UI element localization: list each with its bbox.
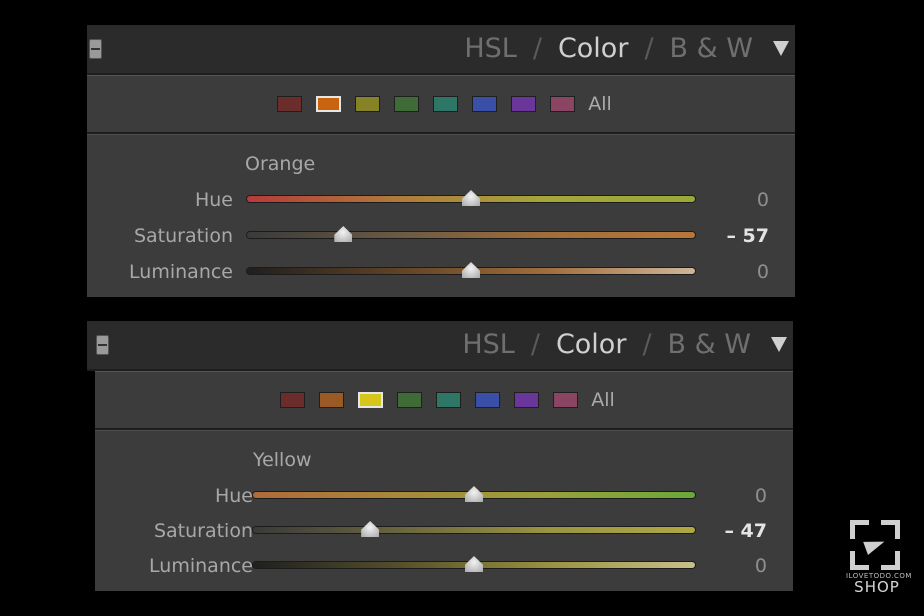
- paper-plane-frame-icon: [850, 520, 900, 570]
- tab-hsl[interactable]: HSL: [464, 31, 516, 67]
- hue-slider-thumb[interactable]: [465, 486, 483, 502]
- color-swatch-bar: All: [87, 75, 795, 134]
- tab-separator: /: [532, 33, 542, 64]
- luminance-slider-thumb[interactable]: [462, 262, 480, 278]
- slider-section: Orange Hue 0 Saturation – 57 Luminance 0: [87, 134, 795, 297]
- luminance-slider-row: Luminance 0: [87, 253, 795, 289]
- tab-bw[interactable]: B & W: [670, 31, 753, 67]
- slider-label: Hue: [194, 189, 233, 211]
- panel-header: HSL / Color / B & W: [87, 25, 795, 75]
- selected-color-name: Orange: [245, 153, 316, 175]
- all-colors-button[interactable]: All: [588, 93, 612, 115]
- swatch-aqua[interactable]: [436, 392, 462, 408]
- saturation-value[interactable]: – 47: [724, 520, 767, 542]
- swatch-green[interactable]: [394, 96, 420, 112]
- swatch-aqua[interactable]: [433, 96, 459, 112]
- swatch-magenta[interactable]: [553, 392, 579, 408]
- hue-slider-thumb[interactable]: [462, 190, 480, 206]
- swatch-blue[interactable]: [472, 96, 498, 112]
- tab-separator: /: [642, 329, 652, 360]
- luminance-value[interactable]: 0: [757, 261, 769, 283]
- tab-bw[interactable]: B & W: [668, 327, 751, 363]
- saturation-slider-row: Saturation – 57: [87, 217, 795, 253]
- frame-corner: [850, 520, 869, 539]
- swatch-yellow[interactable]: [358, 392, 384, 408]
- swatch-orange[interactable]: [316, 96, 342, 112]
- all-colors-button[interactable]: All: [591, 389, 615, 411]
- saturation-slider-track[interactable]: [247, 232, 695, 238]
- slider-label: Luminance: [149, 555, 253, 577]
- hue-value[interactable]: 0: [757, 189, 769, 211]
- tab-separator: /: [644, 33, 654, 64]
- saturation-slider-track[interactable]: [253, 527, 695, 533]
- swatch-purple[interactable]: [511, 96, 537, 112]
- slider-label: Saturation: [133, 225, 233, 247]
- swatch-red[interactable]: [277, 96, 303, 112]
- frame-corner: [881, 551, 900, 570]
- hue-slider-row: Hue 0: [87, 181, 795, 217]
- selected-color-name: Yellow: [253, 449, 312, 471]
- frame-corner: [850, 551, 869, 570]
- saturation-slider-thumb[interactable]: [361, 521, 380, 537]
- luminance-slider-row: Luminance 0: [95, 547, 793, 583]
- panel-switch-icon[interactable]: [96, 335, 109, 355]
- luminance-slider-thumb[interactable]: [465, 556, 483, 572]
- shop-watermark-logo: ILOVETODO.COM SHOP: [846, 520, 911, 596]
- tab-separator: /: [530, 329, 540, 360]
- swatch-magenta[interactable]: [550, 96, 576, 112]
- hsl-panel-orange: HSL / Color / B & W All Orange Hue 0 Sat…: [87, 25, 795, 297]
- saturation-slider-row: Saturation – 47: [95, 512, 793, 548]
- swatch-purple[interactable]: [514, 392, 540, 408]
- panel-mode-tabs: HSL / Color / B & W: [464, 31, 753, 67]
- hue-value[interactable]: 0: [755, 485, 767, 507]
- luminance-value[interactable]: 0: [755, 555, 767, 577]
- swatch-orange[interactable]: [319, 392, 345, 408]
- saturation-value[interactable]: – 57: [726, 225, 769, 247]
- panel-switch-icon[interactable]: [89, 39, 102, 59]
- tab-color[interactable]: Color: [556, 327, 627, 363]
- panel-header: HSL / Color / B & W: [87, 321, 793, 371]
- swatch-blue[interactable]: [475, 392, 501, 408]
- slider-label: Luminance: [129, 261, 233, 283]
- watermark-shop-text: SHOP: [854, 578, 900, 596]
- tab-hsl[interactable]: HSL: [462, 327, 514, 363]
- frame-corner: [881, 520, 900, 539]
- tab-color[interactable]: Color: [558, 31, 629, 67]
- hue-slider-row: Hue 0: [95, 477, 793, 513]
- color-swatch-bar: All: [95, 371, 793, 430]
- swatch-yellow[interactable]: [355, 96, 381, 112]
- panel-content: All Yellow Hue 0 Saturation – 47 Luminan…: [95, 371, 793, 591]
- hsl-panel-yellow: HSL / Color / B & W All Yellow Hue 0 Sat…: [87, 321, 793, 591]
- swatch-green[interactable]: [397, 392, 423, 408]
- slider-label: Hue: [214, 485, 253, 507]
- saturation-slider-thumb[interactable]: [334, 226, 353, 242]
- slider-section: Yellow Hue 0 Saturation – 47 Luminance 0: [95, 430, 793, 591]
- panel-mode-tabs: HSL / Color / B & W: [462, 327, 751, 363]
- collapse-triangle-icon[interactable]: [771, 337, 787, 352]
- slider-label: Saturation: [153, 520, 253, 542]
- swatch-red[interactable]: [280, 392, 306, 408]
- collapse-triangle-icon[interactable]: [773, 41, 789, 56]
